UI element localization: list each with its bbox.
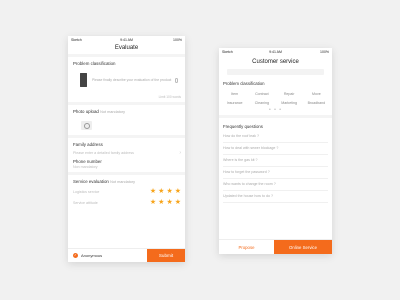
faq-item[interactable]: Who wants to change the room ?	[223, 179, 328, 191]
faq-item[interactable]: Updated the house how to do ?	[223, 191, 328, 203]
faq-item[interactable]: How do the roof leak ?	[223, 131, 328, 143]
family-section: Family address Please enter a detailed f…	[68, 135, 185, 172]
camera-icon[interactable]	[81, 121, 92, 130]
evaluate-screen: Sketch 9:41 AM 100% Evaluate Problem cla…	[68, 36, 185, 262]
photo-hint: Not mandatory	[100, 110, 126, 114]
bottom-bar: Propose Online Service	[219, 239, 332, 254]
category-grid: Item Contract Repair Move Insurance Clea…	[219, 88, 332, 108]
problem-section: Problem classification Please finally de…	[68, 54, 185, 102]
status-bar: Sketch 9:41 AM 100%	[219, 48, 332, 55]
page-title: Evaluate	[114, 45, 139, 51]
propose-button[interactable]: Propose	[219, 240, 274, 254]
product-thumbnail	[80, 73, 87, 87]
photo-label: Photo upload Not mandatory	[73, 109, 181, 115]
microphone-icon[interactable]	[175, 77, 178, 83]
problem-label: Problem classification	[73, 61, 116, 66]
star-icon[interactable]: ★	[175, 188, 181, 195]
photo-section: Photo upload Not mandatory	[68, 102, 185, 135]
chevron-right-icon: ›	[179, 150, 181, 156]
family-address-label: Family address	[73, 142, 103, 147]
bottom-bar: ✓ Anonymous Submit	[68, 248, 185, 262]
description-input[interactable]: Please finally describe your evaluation …	[92, 78, 172, 83]
star-rating[interactable]: ★ ★ ★ ★	[150, 188, 181, 195]
faq-item[interactable]: Where is the gas kit ?	[223, 155, 328, 167]
service-hint: Not mandatory	[110, 180, 136, 184]
category-item[interactable]: Broadband	[303, 101, 330, 105]
online-service-button[interactable]: Online Service	[274, 240, 332, 254]
carrier-label: Sketch	[71, 37, 82, 42]
star-icon[interactable]: ★	[166, 199, 172, 206]
service-label-row: Service evaluation Not mandatory	[73, 179, 181, 185]
photo-upload-label: Photo upload	[73, 109, 99, 114]
status-time: 9:41 AM	[120, 37, 133, 42]
category-item[interactable]: Marketing	[276, 101, 303, 105]
submit-button[interactable]: Submit	[147, 249, 185, 262]
faq-title: Frequently questions	[219, 115, 332, 131]
star-icon[interactable]: ★	[166, 188, 172, 195]
category-item[interactable]: Contract	[248, 92, 275, 96]
category-item[interactable]: Item	[221, 92, 248, 96]
rating-label: Service attitude	[73, 200, 98, 205]
status-bar: Sketch 9:41 AM 100%	[68, 36, 185, 43]
customer-service-screen: Sketch 9:41 AM 100% Customer service Pro…	[219, 48, 332, 254]
star-icon[interactable]: ★	[175, 199, 181, 206]
category-item[interactable]: Insurance	[221, 101, 248, 105]
family-address-field[interactable]: Please enter a detailed family address	[73, 151, 179, 155]
faq-list: How do the roof leak ? How to deal with …	[219, 131, 332, 203]
star-icon[interactable]: ★	[150, 199, 156, 206]
faq-item[interactable]: How to deal with sewer blockage ?	[223, 143, 328, 155]
faq-item[interactable]: How to forget the password ?	[223, 167, 328, 179]
star-icon[interactable]: ★	[158, 188, 164, 195]
anonymous-toggle[interactable]: ✓ Anonymous	[68, 249, 147, 262]
check-icon[interactable]: ✓	[73, 253, 78, 258]
star-icon[interactable]: ★	[150, 188, 156, 195]
battery-label: 100%	[173, 37, 182, 42]
phone-number-field[interactable]: Non mandatory	[73, 165, 181, 169]
battery-label: 100%	[320, 49, 329, 54]
category-item[interactable]: Cleaning	[248, 101, 275, 105]
star-rating[interactable]: ★ ★ ★ ★	[150, 199, 181, 206]
category-item[interactable]: Move	[303, 92, 330, 96]
word-limit: Limit 100 words	[158, 95, 181, 99]
anonymous-label: Anonymous	[81, 253, 103, 258]
problem-classification-title: Problem classification	[223, 81, 265, 86]
star-icon[interactable]: ★	[158, 199, 164, 206]
service-evaluation-label: Service evaluation	[73, 179, 109, 184]
status-time: 9:41 AM	[269, 49, 282, 54]
rating-row: Service attitude ★ ★ ★ ★	[73, 198, 181, 207]
rating-label: Logistics service	[73, 189, 100, 194]
category-item[interactable]: Repair	[276, 92, 303, 96]
carrier-label: Sketch	[222, 49, 233, 54]
pagination-dots-icon: • • •	[268, 107, 283, 113]
service-section: Service evaluation Not mandatory Logisti…	[68, 172, 185, 210]
page-title: Customer service	[252, 59, 299, 65]
rating-row: Logistics service ★ ★ ★ ★	[73, 187, 181, 196]
